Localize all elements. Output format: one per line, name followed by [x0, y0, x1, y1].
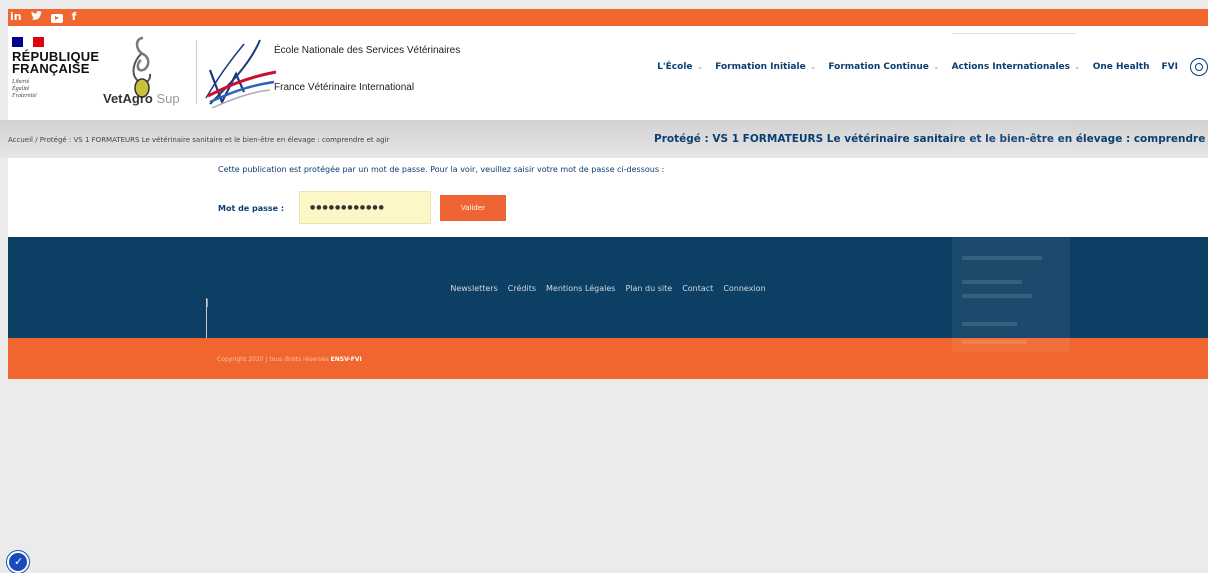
- copyright-text: Copyright 2020 | tous droits réservés: [217, 356, 331, 363]
- breadcrumb[interactable]: Accueil / Protégé : VS 1 FORMATEURS Le v…: [8, 136, 389, 144]
- french-flag-icon: [12, 37, 45, 47]
- nav-active-underline: [952, 33, 1076, 34]
- chevron-down-icon: ⌄: [932, 62, 940, 71]
- chevron-down-icon: ⌄: [1074, 62, 1081, 71]
- nav-actions-internationales[interactable]: Actions Internationales ⌄: [946, 62, 1087, 72]
- accessibility-icon[interactable]: [7, 551, 29, 573]
- ghost-dropdown-overlay: [952, 94, 1070, 352]
- social-bar: in f: [8, 9, 1208, 26]
- logo-divider: [196, 40, 197, 104]
- password-value: ●●●●●●●●●●●●: [310, 204, 385, 211]
- password-input[interactable]: ●●●●●●●●●●●●: [299, 191, 431, 224]
- nav-one-health[interactable]: One Health: [1087, 62, 1156, 72]
- submit-button[interactable]: Valider: [440, 195, 506, 221]
- page-title: Protégé : VS 1 FORMATEURS Le vétérinaire…: [654, 133, 1208, 145]
- rf-motto-1: Liberté: [12, 79, 30, 85]
- footer-link-contact[interactable]: Contact: [682, 284, 713, 293]
- social-links: in f: [10, 10, 76, 24]
- facebook-icon[interactable]: f: [72, 10, 77, 24]
- password-message: Cette publication est protégée par un mo…: [218, 165, 665, 174]
- footer-link-mentions[interactable]: Mentions Légales: [546, 284, 615, 293]
- footer-link-connexion[interactable]: Connexion: [723, 284, 765, 293]
- ensv-name: École Nationale des Services Vétérinaire…: [274, 45, 461, 56]
- twitter-icon[interactable]: [30, 10, 42, 24]
- password-label: Mot de passe :: [218, 204, 285, 213]
- copyright: Copyright 2020 | tous droits réservés EN…: [217, 356, 362, 363]
- youtube-icon[interactable]: [50, 13, 63, 23]
- vetagro-wordmark: VetAgro Sup: [103, 91, 180, 106]
- nav-formation-continue[interactable]: Formation Continue ⌄: [822, 62, 945, 72]
- nav-fvi[interactable]: FVI: [1156, 62, 1184, 72]
- republique-francaise-logo[interactable]: RÉPUBLIQUE FRANÇAISE Liberté Égalité Fra…: [12, 37, 99, 100]
- copyright-brand[interactable]: ENSV-FVI: [331, 356, 362, 363]
- rf-motto-2: Égalité: [12, 86, 30, 92]
- rf-motto-3: Fraternité: [12, 93, 37, 99]
- ensv-logo-icon[interactable]: [200, 34, 280, 110]
- nav-ecole[interactable]: L'École ⌄: [651, 62, 709, 72]
- nav-formation-initiale[interactable]: Formation Initiale ⌄: [709, 62, 822, 72]
- search-icon[interactable]: [1190, 58, 1208, 76]
- footer-link-newsletters[interactable]: Newsletters: [450, 284, 497, 293]
- footer-link-credits[interactable]: Crédits: [508, 284, 536, 293]
- rf-name-line2: FRANÇAISE: [12, 61, 90, 76]
- main-nav: L'École ⌄ Formation Initiale ⌄ Formation C…: [651, 58, 1208, 76]
- linkedin-icon[interactable]: in: [10, 10, 22, 24]
- vetagro-suffix: Sup: [156, 91, 180, 106]
- footer-link-plan[interactable]: Plan du site: [625, 284, 672, 293]
- vetagro-name: VetAgro: [103, 91, 153, 106]
- fvi-name: France Vétérinaire International: [274, 82, 415, 93]
- chevron-down-icon: ⌄: [809, 62, 817, 71]
- chevron-down-icon: ⌄: [696, 62, 704, 71]
